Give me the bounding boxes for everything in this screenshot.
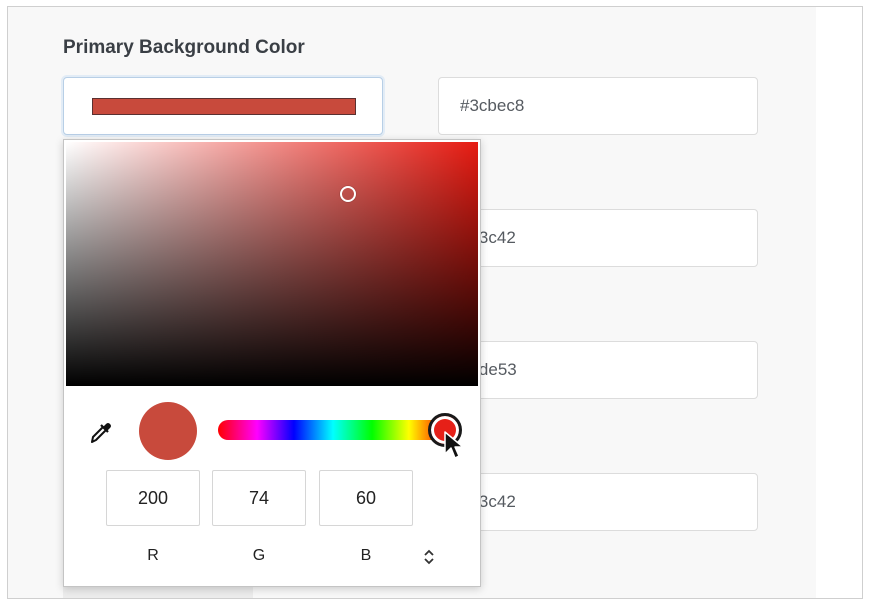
section-title: Primary Background Color [63, 37, 305, 58]
eyedropper-icon[interactable] [88, 416, 112, 446]
hex-input-primary[interactable] [438, 77, 758, 135]
hex-input-3[interactable] [438, 341, 758, 399]
red-value-input[interactable] [106, 470, 200, 526]
sv-black-gradient [66, 142, 478, 386]
panel-edge [816, 7, 862, 598]
color-swatch-button[interactable] [63, 77, 383, 135]
chevron-up-down-icon[interactable] [422, 549, 436, 565]
mouse-pointer-icon [444, 431, 464, 459]
color-preview-dot [139, 402, 197, 460]
green-value-input[interactable] [212, 470, 306, 526]
current-color-swatch [92, 98, 356, 115]
red-label: R [147, 547, 159, 564]
green-label: G [252, 547, 266, 564]
settings-panel: Primary Background Color R G B [7, 6, 863, 599]
blue-label: B [360, 547, 372, 564]
hue-slider[interactable] [218, 420, 448, 440]
hex-input-2[interactable] [438, 209, 758, 267]
hex-input-4[interactable] [438, 473, 758, 531]
color-picker-popover: R G B [63, 139, 481, 587]
blue-value-input[interactable] [319, 470, 413, 526]
saturation-value-area[interactable] [66, 142, 478, 386]
saturation-handle[interactable] [340, 186, 356, 202]
